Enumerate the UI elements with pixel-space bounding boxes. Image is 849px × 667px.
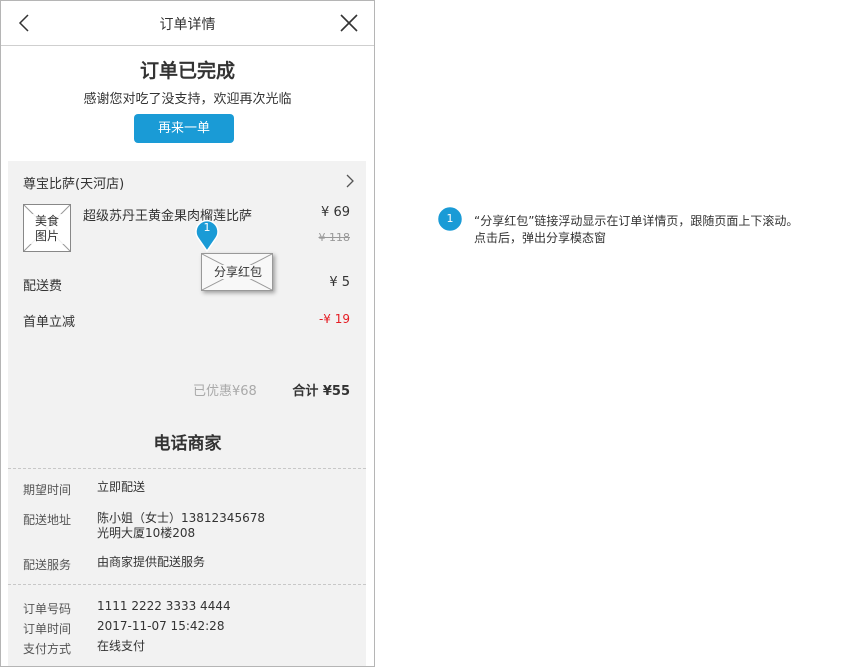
- marker-number: 1: [203, 221, 211, 234]
- delivery-fee-value: ¥ 5: [329, 275, 350, 290]
- page-title: 订单详情: [159, 17, 216, 33]
- order-number-label: 订单号码: [23, 602, 72, 616]
- item-price: ¥ 69: [321, 205, 350, 220]
- annotation-note: “分享红包”链接浮动显示在订单详情页，跟随页面上下滚动。 点击后，弹出分享模态窗: [474, 213, 798, 247]
- delivery-fee-label: 配送费: [23, 279, 63, 294]
- address-contact: 陈小姐（女士）13812345678: [97, 511, 265, 525]
- annotation-marker-number: 1: [446, 212, 454, 225]
- share-card[interactable]: 分享红包: [201, 253, 273, 291]
- close-icon[interactable]: [338, 12, 360, 34]
- annotation-marker-icon: 1: [436, 205, 464, 233]
- delivery-address-value: 陈小姐（女士）13812345678 光明大厦10楼208: [97, 511, 265, 541]
- store-name[interactable]: 尊宝比萨(天河店): [23, 173, 124, 192]
- first-order-discount-label: 首单立减: [23, 315, 76, 330]
- chevron-right-icon[interactable]: [345, 173, 355, 188]
- order-status-title: 订单已完成: [139, 60, 235, 82]
- share-red-packet-button[interactable]: 分享红包: [201, 253, 274, 292]
- food-image-label-line2: 图片: [34, 229, 59, 243]
- divider: [8, 468, 366, 469]
- delivery-service-value: 由商家提供配送服务: [97, 555, 206, 569]
- nav-bar: 订单详情: [1, 1, 374, 46]
- delivery-address-label: 配送地址: [23, 513, 72, 527]
- order-time-value: 2017-11-07 15:42:28: [97, 619, 225, 633]
- item-original-price: ¥ 118: [318, 231, 351, 244]
- divider: [8, 584, 366, 585]
- annotation-line2: 点击后，弹出分享模态窗: [474, 231, 607, 245]
- expected-time-label: 期望时间: [23, 483, 72, 497]
- payment-method-value: 在线支付: [97, 639, 146, 653]
- food-image-placeholder: 美食 图片: [23, 204, 71, 252]
- phone-frame: 订单详情 订单已完成 感谢您对吃了没支持，欢迎再次光临 再来一单 尊宝比萨(天河…: [0, 0, 375, 667]
- call-merchant-button[interactable]: 电话商家: [1, 429, 374, 454]
- food-image-label: 美食 图片: [24, 214, 70, 244]
- order-total: 合计 ¥55: [292, 384, 350, 399]
- reorder-button[interactable]: 再来一单: [134, 114, 234, 143]
- share-label: 分享红包: [202, 263, 274, 280]
- first-order-discount-value: -¥ 19: [318, 312, 350, 326]
- order-time-label: 订单时间: [23, 622, 72, 636]
- annotation-line1: “分享红包”链接浮动显示在订单详情页，跟随页面上下滚动。: [474, 214, 799, 228]
- address-line: 光明大厦10楼208: [97, 526, 196, 540]
- food-image-label-line1: 美食: [34, 214, 59, 228]
- food-name: 超级苏丹王黄金果肉榴莲比萨: [83, 209, 253, 224]
- payment-method-label: 支付方式: [23, 642, 72, 656]
- expected-time-value: 立即配送: [97, 480, 146, 494]
- saved-amount: 已优惠¥68: [193, 384, 257, 399]
- delivery-service-label: 配送服务: [23, 558, 72, 572]
- order-number-value: 1111 2222 3333 4444: [97, 599, 231, 613]
- order-status-subtitle: 感谢您对吃了没支持，欢迎再次光临: [83, 92, 292, 107]
- share-label-text: 分享红包: [210, 265, 265, 279]
- marker-pin-icon: 1: [193, 216, 221, 253]
